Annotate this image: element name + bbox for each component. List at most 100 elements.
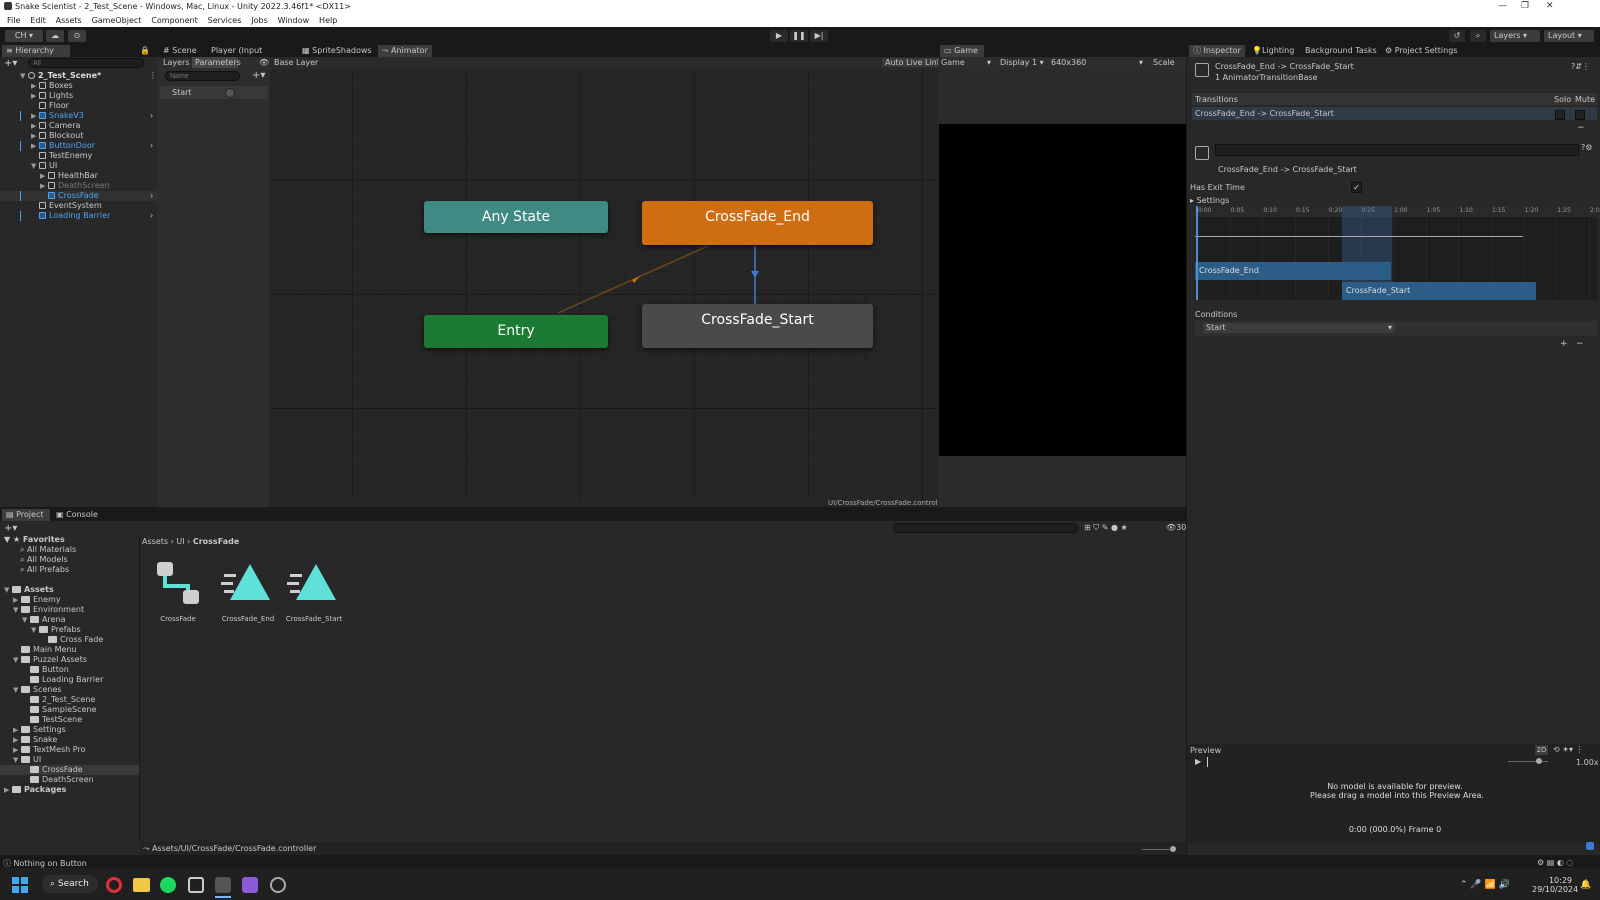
state-crossfade-start[interactable]: CrossFade_Start: [642, 304, 873, 348]
favorite-item[interactable]: ⌕ All Models: [20, 555, 68, 565]
foldout-arrow-icon[interactable]: ▼: [13, 685, 21, 695]
folder-item[interactable]: DeathScreen: [22, 775, 94, 785]
add-condition-button[interactable]: +: [1560, 339, 1568, 349]
spotify-icon[interactable]: [160, 877, 176, 893]
game-viewport[interactable]: [939, 124, 1186, 456]
foldout-arrow-icon[interactable]: ▶: [4, 785, 12, 795]
folder-item[interactable]: ▼ Arena: [22, 615, 65, 625]
folder-item[interactable]: ▶ Enemy: [13, 595, 61, 605]
github-icon[interactable]: [270, 877, 286, 893]
tab-project-settings[interactable]: ⚙ Project Settings: [1385, 45, 1465, 57]
tab-background-tasks[interactable]: Background Tasks: [1305, 45, 1377, 57]
windows-start-icon[interactable]: [12, 877, 28, 893]
create-asset-button[interactable]: +▾: [4, 523, 17, 534]
folder-item[interactable]: ▼ Scenes: [13, 685, 62, 695]
folder-item[interactable]: Button: [22, 665, 69, 675]
folder-item[interactable]: ▶ Snake: [13, 735, 57, 745]
folder-item[interactable]: ▶ Settings: [13, 725, 66, 735]
folder-item[interactable]: CrossFade: [22, 765, 83, 775]
foldout-arrow-icon[interactable]: ▶: [13, 745, 21, 755]
folder-item[interactable]: TestScene: [22, 715, 82, 725]
foldout-arrow-icon[interactable]: ▶: [13, 735, 21, 745]
has-exit-time-checkbox[interactable]: ✓: [1351, 182, 1362, 193]
tab-inspector[interactable]: ⓘ Inspector: [1189, 45, 1245, 57]
folder-item[interactable]: ▼ UI: [13, 755, 41, 765]
folder-item[interactable]: ▼ Prefabs: [31, 625, 81, 635]
timeline-playhead[interactable]: [1196, 206, 1198, 300]
foldout-arrow-icon[interactable]: ▼: [13, 605, 21, 615]
status-icons[interactable]: ⚙ ▤ ◐ ◌: [1537, 858, 1573, 867]
asset-crossfade[interactable]: CrossFade: [152, 560, 204, 623]
asset-label-icon[interactable]: [1586, 842, 1594, 850]
asset-crossfade-end-label: CrossFade_End: [221, 615, 275, 623]
remove-transition-button[interactable]: −: [1577, 123, 1585, 133]
asset-crossfade-start[interactable]: CrossFade_Start: [284, 560, 344, 623]
favorite-item[interactable]: ⌕ All Prefabs: [20, 565, 69, 575]
folder-item[interactable]: ▼ Environment: [13, 605, 84, 615]
condition-parameter-dropdown[interactable]: Start ▾: [1203, 323, 1395, 333]
favorite-item[interactable]: ⌕ All Materials: [20, 545, 76, 555]
folder-item[interactable]: ▼ Puzzel Assets: [13, 655, 87, 665]
foldout-arrow-icon[interactable]: ▶: [13, 595, 21, 605]
mute-checkbox[interactable]: [1575, 110, 1585, 120]
foldout-arrow-icon[interactable]: ▼: [13, 655, 21, 665]
remove-condition-button[interactable]: −: [1576, 339, 1584, 349]
folder-item[interactable]: ▶ Packages: [4, 785, 66, 795]
tab-lighting-label: Lighting: [1261, 46, 1295, 55]
speed-slider-thumb[interactable]: [1536, 758, 1542, 764]
preview-play-button[interactable]: ▶: [1195, 757, 1201, 766]
tab-project[interactable]: ▤ Project: [2, 509, 50, 521]
file-explorer-icon[interactable]: [133, 878, 150, 892]
state-crossfade-end[interactable]: CrossFade_End: [642, 201, 873, 245]
breadcrumb-ui[interactable]: UI: [176, 537, 184, 546]
folder-item[interactable]: ▶ TextMesh Pro: [13, 745, 85, 755]
tab-console[interactable]: ▣ Console: [56, 509, 100, 521]
solo-checkbox[interactable]: [1555, 110, 1565, 120]
breadcrumb-crossfade[interactable]: CrossFade: [193, 537, 239, 546]
settings-foldout[interactable]: ▸ Settings: [1190, 196, 1229, 205]
tab-game[interactable]: ▭ Game: [940, 45, 984, 57]
help-icon[interactable]: ?⇵⋮: [1571, 62, 1590, 71]
taskbar-clock[interactable]: 10:29 29/10/2024: [1532, 876, 1578, 894]
folder-item[interactable]: Main Menu: [13, 645, 77, 655]
system-tray-icons[interactable]: ⌃ 🎤 📶 🔊: [1460, 880, 1510, 890]
icon-size-thumb[interactable]: [1170, 846, 1176, 852]
opera-icon[interactable]: [106, 877, 122, 893]
foldout-arrow-icon[interactable]: ▶: [13, 725, 21, 735]
visual-studio-icon[interactable]: [242, 877, 258, 893]
timeline-tick-label: 0:00: [1198, 207, 1212, 214]
state-entry[interactable]: Entry: [424, 315, 608, 348]
folder-item[interactable]: ▼ Assets: [4, 585, 54, 595]
preview-scrubber[interactable]: [1207, 757, 1208, 767]
unity-hub-icon[interactable]: [188, 877, 204, 893]
transition-name-input[interactable]: [1215, 144, 1579, 156]
foldout-arrow-icon[interactable]: ▼: [4, 585, 12, 595]
tab-lighting[interactable]: 💡Lighting: [1252, 45, 1298, 57]
foldout-arrow-icon[interactable]: ▼: [13, 755, 21, 765]
project-search-input[interactable]: [893, 523, 1078, 533]
foldout-arrow-icon[interactable]: ▼: [31, 625, 39, 635]
asset-crossfade-end[interactable]: CrossFade_End: [218, 560, 278, 623]
animation-clip-icon: [221, 564, 270, 600]
settings-gear-icon[interactable]: ?⚙: [1581, 143, 1592, 152]
project-toolbar-icons[interactable]: ⊞ ⛉ ✎ ● ★: [1084, 523, 1128, 533]
display-dropdown[interactable]: Display 1 ▾: [1000, 58, 1044, 67]
preview-2d-button[interactable]: 2D: [1535, 745, 1548, 755]
notification-bell-icon[interactable]: 🔔: [1580, 880, 1591, 890]
favorites-header[interactable]: ▼ ★ Favorites: [4, 535, 65, 545]
speed-slider-track[interactable]: [1508, 761, 1548, 762]
foldout-arrow-icon[interactable]: ▼: [22, 615, 30, 625]
folder-item[interactable]: 2_Test_Scene: [22, 695, 95, 705]
preview-options-icon[interactable]: ⟲ ✶▾ ⋮: [1553, 745, 1584, 754]
folder-item[interactable]: Loading Barrier: [22, 675, 103, 685]
breadcrumb-assets[interactable]: Assets: [142, 537, 168, 546]
game-dropdown[interactable]: Game ▾: [941, 58, 993, 67]
taskbar-search[interactable]: ⌕ Search: [42, 875, 98, 893]
folder-item[interactable]: Cross Fade: [40, 635, 103, 645]
resolution-dropdown[interactable]: 640x360 ▾: [1051, 58, 1147, 67]
folder-item[interactable]: SampleScene: [22, 705, 96, 715]
icon-size-slider[interactable]: [1142, 849, 1172, 850]
folder-icon: [48, 636, 57, 643]
state-any-state[interactable]: Any State: [424, 201, 608, 233]
unity-editor-icon[interactable]: [215, 877, 231, 893]
